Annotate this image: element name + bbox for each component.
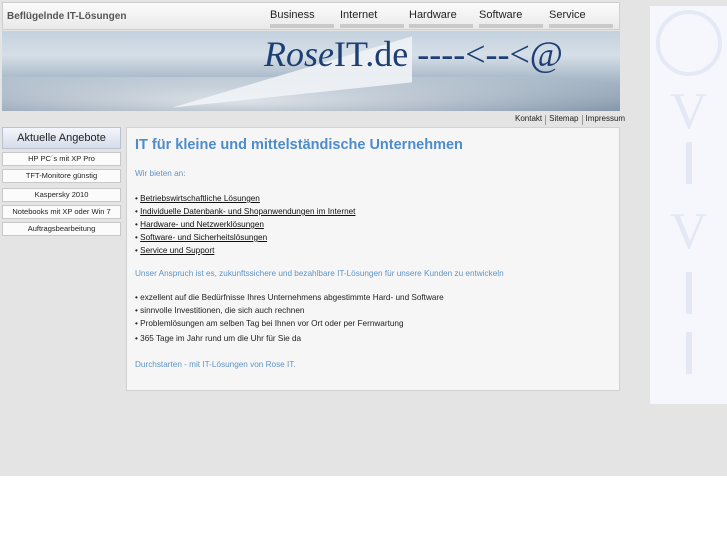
decorative-side-strip: V V: [650, 6, 727, 404]
claim-text: Unser Anspruch ist es, zukunftssichere u…: [135, 269, 504, 278]
nav-underline: [479, 24, 543, 28]
main-content: IT für kleine und mittelständische Unter…: [126, 127, 620, 391]
nav-software[interactable]: Software: [479, 9, 543, 28]
nav-label: Service: [549, 9, 586, 21]
benefit-text: Problemlösungen am selben Tag bei Ihnen …: [140, 319, 404, 328]
nav-label: Internet: [340, 9, 378, 21]
page-title: IT für kleine und mittelständische Unter…: [135, 137, 463, 153]
offer-list-item: • Individuelle Datenbank- und Shopanwend…: [135, 207, 355, 216]
decorative-stroke: [686, 332, 692, 374]
offer-list-item: • Hardware- und Netzwerklösungen: [135, 220, 264, 229]
sidebar-heading: Aktuelle Angebote: [2, 127, 121, 149]
offer-link-software-security[interactable]: Software- und Sicherheitslösungen: [140, 233, 267, 242]
intro-text: Wir bieten an:: [135, 169, 186, 178]
benefit-text: exzellent auf die Bedürfnisse Ihres Unte…: [140, 293, 444, 302]
sidebar-item-kaspersky[interactable]: Kaspersky 2010: [2, 188, 121, 202]
nav-label: Business: [270, 9, 315, 21]
nav-service[interactable]: Service: [549, 9, 613, 28]
utility-links: Kontakt Sitemap Impressum: [512, 114, 628, 125]
link-impressum[interactable]: Impressum: [583, 114, 629, 125]
nav-internet[interactable]: Internet: [340, 9, 404, 28]
swirl-ring-icon: [656, 10, 722, 76]
decorative-stroke: [686, 142, 692, 184]
site-slogan: Beflügelnde IT-Lösungen: [7, 11, 127, 22]
offer-list-item: • Software- und Sicherheitslösungen: [135, 233, 267, 242]
offer-list-item: • Betriebswirtschaftliche Lösungen: [135, 194, 260, 203]
nav-business[interactable]: Business: [270, 9, 334, 28]
offers-sidebar: Aktuelle Angebote HP PC´s mit XP Pro TFT…: [2, 127, 121, 236]
benefit-list-item: • exzellent auf die Bedürfnisse Ihres Un…: [135, 293, 444, 302]
link-kontakt[interactable]: Kontakt: [512, 114, 545, 125]
benefit-text: 365 Tage im Jahr rund um die Uhr für Sie…: [140, 334, 302, 343]
nav-underline: [270, 24, 334, 28]
logo-text-rest: IT.de ----<--<@: [333, 34, 563, 74]
decorative-letter: V: [670, 203, 708, 260]
closing-text: Durchstarten - mit IT-Lösungen von Rose …: [135, 360, 296, 369]
offer-list-item: • Service und Support: [135, 246, 214, 255]
header-bar: Beflügelnde IT-Lösungen Business Interne…: [2, 2, 620, 30]
benefit-list-item: • sinnvolle Investitionen, die sich auch…: [135, 306, 304, 315]
decorative-stroke: [686, 272, 692, 314]
banner-logo-text: RoseIT.de ----<--<@: [264, 33, 563, 75]
benefit-text: sinnvolle Investitionen, die sich auch r…: [140, 306, 305, 315]
nav-underline: [409, 24, 473, 28]
sidebar-item-order-processing[interactable]: Auftragsbearbeitung: [2, 222, 121, 236]
nav-hardware[interactable]: Hardware: [409, 9, 473, 28]
sidebar-item-tft-monitors[interactable]: TFT-Monitore günstig: [2, 169, 121, 183]
link-sitemap[interactable]: Sitemap: [546, 114, 581, 125]
nav-label: Software: [479, 9, 523, 21]
offer-link-service-support[interactable]: Service und Support: [140, 246, 214, 255]
header-banner: RoseIT.de ----<--<@: [2, 31, 620, 111]
offer-link-business[interactable]: Betriebswirtschaftliche Lösungen: [140, 194, 260, 203]
logo-text-italic: Rose: [264, 34, 334, 74]
offer-link-database-shop[interactable]: Individuelle Datenbank- und Shopanwendun…: [140, 207, 355, 216]
decorative-letter: V: [670, 83, 708, 140]
nav-underline: [549, 24, 613, 28]
sidebar-item-hp-pcs[interactable]: HP PC´s mit XP Pro: [2, 152, 121, 166]
offer-link-hardware-network[interactable]: Hardware- und Netzwerklösungen: [140, 220, 264, 229]
benefit-list-item: • Problemlösungen am selben Tag bei Ihne…: [135, 319, 404, 328]
nav-underline: [340, 24, 404, 28]
benefit-list-item: • 365 Tage im Jahr rund um die Uhr für S…: [135, 334, 301, 343]
sidebar-item-notebooks[interactable]: Notebooks mit XP oder Win 7: [2, 205, 121, 219]
nav-label: Hardware: [409, 9, 457, 21]
